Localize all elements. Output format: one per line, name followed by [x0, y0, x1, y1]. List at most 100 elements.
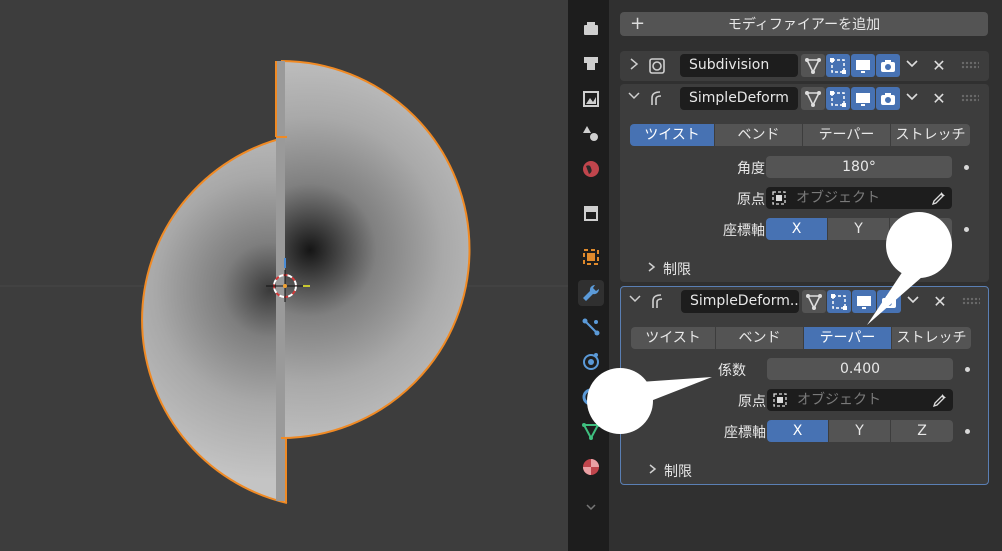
axis-y[interactable]: Y — [828, 218, 890, 240]
chevron-right-icon[interactable] — [628, 57, 640, 75]
edit-mode-toggle[interactable] — [826, 54, 850, 77]
cage-icon — [806, 293, 822, 310]
axis-label: 座標軸 — [724, 425, 766, 441]
dropdown-chevron-icon[interactable] — [905, 58, 919, 74]
physics-icon — [583, 353, 599, 370]
data-tab[interactable] — [578, 418, 604, 444]
keyframe-dot[interactable] — [964, 165, 969, 170]
modifier-name-field[interactable]: SimpleDeform — [680, 87, 798, 110]
axis-z[interactable]: Z — [891, 420, 953, 442]
chevron-right-icon[interactable] — [647, 261, 657, 277]
edit-cage-toggle[interactable] — [802, 290, 826, 313]
chevron-right-icon[interactable] — [648, 463, 658, 479]
render-toggle[interactable] — [876, 54, 900, 77]
chevron-down-icon[interactable] — [627, 90, 641, 106]
monitor-icon — [856, 92, 870, 106]
mode-stretch[interactable]: ストレッチ — [892, 327, 971, 349]
chevron-down-icon[interactable] — [628, 293, 642, 309]
mode-bend[interactable]: ベンド — [716, 327, 804, 349]
remove-modifier-button[interactable]: ✕ — [930, 290, 950, 313]
modifier-name-field[interactable]: SimpleDeform... — [681, 290, 799, 313]
object-tab[interactable] — [578, 244, 604, 270]
wrench-icon — [583, 284, 600, 301]
viewport-display-toggle[interactable] — [851, 87, 875, 110]
collection-tab[interactable] — [578, 200, 604, 226]
render-icon — [584, 57, 598, 70]
monitor-icon — [857, 295, 871, 309]
drag-handle[interactable] — [961, 94, 979, 102]
modifier-tab[interactable] — [578, 280, 604, 306]
camera-icon — [881, 92, 895, 105]
physics-tab[interactable] — [578, 348, 604, 374]
chevron-down-icon — [586, 504, 596, 511]
drag-handle[interactable] — [961, 61, 979, 69]
edit-mode-toggle[interactable] — [827, 290, 851, 313]
origin-placeholder: オブジェクト — [796, 190, 880, 206]
mesh-object[interactable] — [141, 60, 471, 504]
edit-cage-toggle[interactable] — [801, 87, 825, 110]
viewport-display-toggle[interactable] — [851, 54, 875, 77]
origin-placeholder: オブジェクト — [797, 392, 881, 408]
tool-tab[interactable] — [578, 16, 604, 42]
object-icon — [773, 393, 787, 407]
factor-field[interactable]: 0.400 — [767, 358, 953, 380]
collection-icon — [584, 206, 598, 221]
mode-stretch[interactable]: ストレッチ — [891, 124, 970, 146]
remove-modifier-button[interactable]: ✕ — [929, 87, 949, 110]
edit-mode-icon — [830, 90, 846, 107]
mesh-data-icon — [582, 423, 600, 441]
cage-icon — [805, 57, 821, 74]
remove-modifier-button[interactable]: ✕ — [929, 54, 949, 77]
add-modifier-label: モディファイアーを追加 — [727, 17, 881, 33]
axis-x[interactable]: X — [766, 218, 828, 240]
view-layer-tab[interactable] — [578, 120, 604, 146]
constraints-tab[interactable] — [578, 384, 604, 410]
axis-z[interactable]: Z — [890, 218, 952, 240]
eyedropper-icon[interactable] — [932, 392, 948, 408]
keyframe-dot[interactable] — [964, 227, 969, 232]
origin-object-field[interactable]: オブジェクト — [767, 389, 953, 411]
deform-mode-selector: ツイスト ベンド テーパー ストレッチ — [631, 327, 971, 349]
dropdown-chevron-icon[interactable] — [905, 91, 919, 107]
viewport-display-toggle[interactable] — [852, 290, 876, 313]
render-tab[interactable] — [578, 50, 604, 76]
dropdown-chevron-icon[interactable] — [906, 294, 920, 310]
keyframe-dot[interactable] — [965, 367, 970, 372]
render-toggle[interactable] — [877, 290, 901, 313]
output-tab[interactable] — [578, 86, 604, 112]
add-modifier-button[interactable]: + モディファイアーを追加 — [620, 12, 988, 36]
axis-label: 座標軸 — [723, 223, 765, 239]
tabs-overflow[interactable] — [578, 494, 604, 520]
axis-x[interactable]: X — [767, 420, 829, 442]
limits-subpanel[interactable]: 制限 — [664, 461, 692, 481]
object-icon — [583, 249, 599, 265]
origin-object-field[interactable]: オブジェクト — [766, 187, 952, 209]
simple-deform-icon — [648, 89, 666, 111]
keyframe-dot[interactable] — [965, 429, 970, 434]
constraints-icon — [582, 388, 600, 406]
axis-y[interactable]: Y — [829, 420, 891, 442]
mode-twist[interactable]: ツイスト — [630, 124, 715, 146]
edit-cage-toggle[interactable] — [801, 54, 825, 77]
particles-icon — [582, 318, 600, 336]
mode-bend[interactable]: ベンド — [715, 124, 803, 146]
properties-editor: + モディファイアーを追加 Subdivision ✕ SimpleDeform… — [609, 0, 1002, 551]
scene-tab[interactable] — [578, 156, 604, 182]
eyedropper-icon[interactable] — [931, 190, 947, 206]
cage-icon — [805, 90, 821, 107]
material-icon — [583, 459, 599, 475]
edit-mode-toggle[interactable] — [826, 87, 850, 110]
render-toggle[interactable] — [876, 87, 900, 110]
mode-taper[interactable]: テーパー — [803, 124, 891, 146]
limits-subpanel[interactable]: 制限 — [663, 259, 691, 279]
mode-taper[interactable]: テーパー — [804, 327, 892, 349]
modifier-panel-simpledeform: SimpleDeform ✕ ツイスト ベンド テーパー ストレッチ 角度 18… — [620, 84, 989, 282]
modifier-name-field[interactable]: Subdivision — [680, 54, 798, 77]
angle-field[interactable]: 180° — [766, 156, 952, 178]
mode-twist[interactable]: ツイスト — [631, 327, 716, 349]
material-tab[interactable] — [578, 454, 604, 480]
output-icon — [583, 91, 599, 107]
drag-handle[interactable] — [962, 297, 980, 305]
3d-viewport[interactable] — [0, 0, 568, 551]
particles-tab[interactable] — [578, 314, 604, 340]
